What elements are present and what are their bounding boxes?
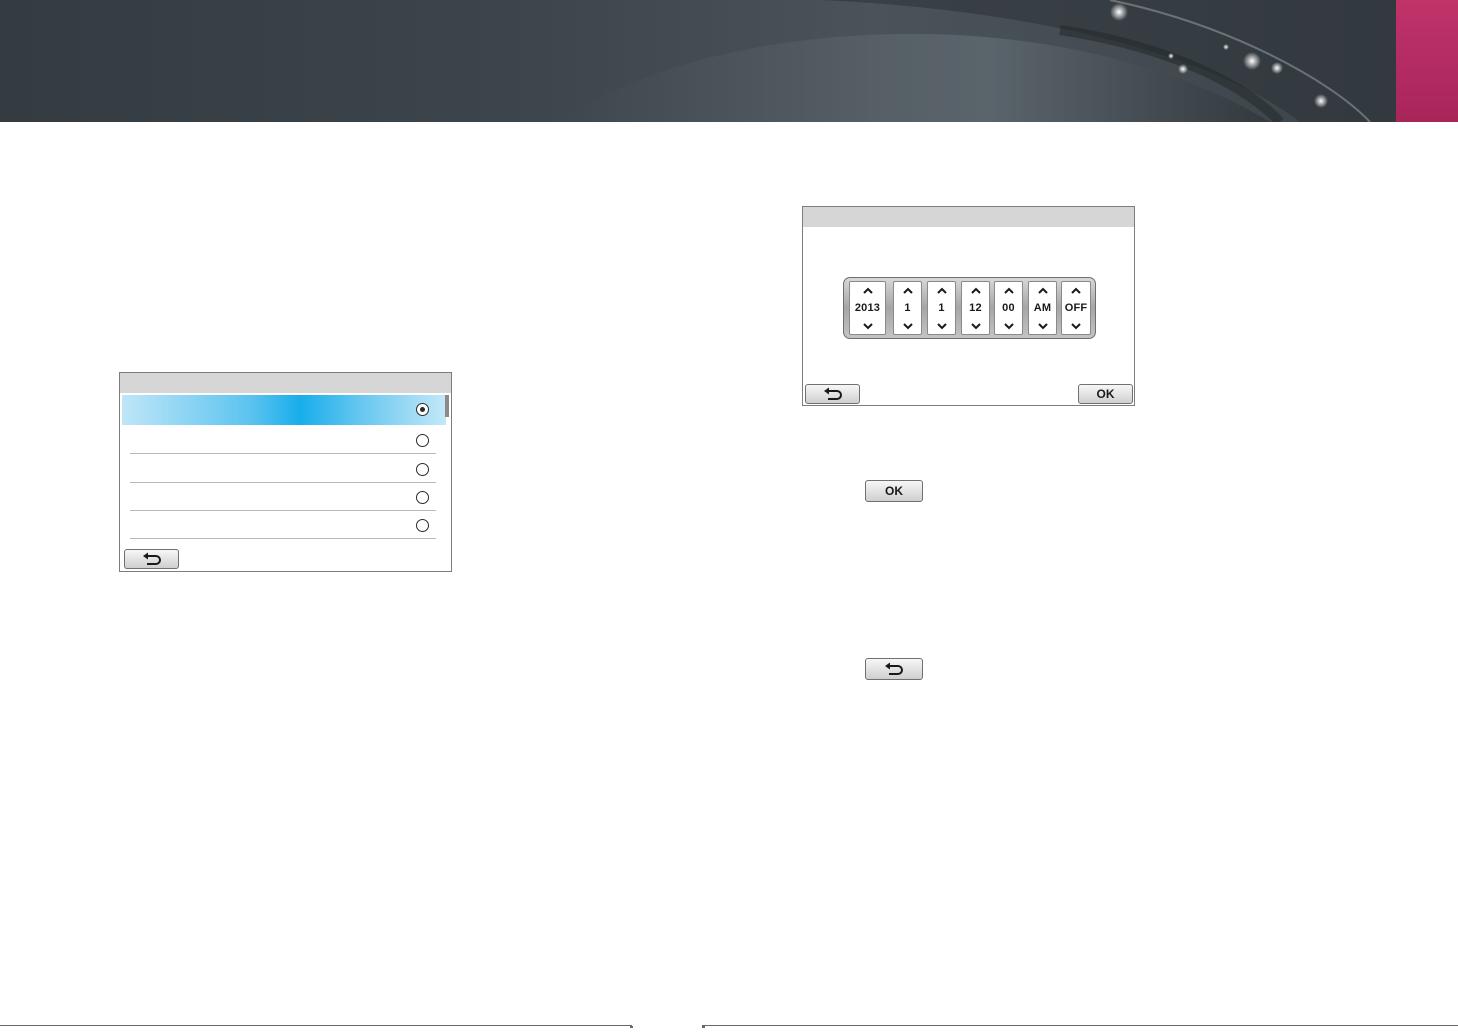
scrollbar[interactable]: [445, 395, 449, 417]
back-button[interactable]: [805, 384, 860, 404]
ok-button[interactable]: OK: [1078, 384, 1133, 404]
list-item[interactable]: [130, 426, 436, 454]
day-spinner[interactable]: 1: [927, 281, 956, 335]
back-button[interactable]: [124, 549, 179, 569]
hour-spinner[interactable]: 12: [961, 281, 990, 335]
dst-value: OFF: [1064, 302, 1088, 314]
radio-empty-icon: [416, 463, 429, 476]
year-value: 2013: [854, 302, 881, 314]
chevron-down-icon[interactable]: [962, 320, 989, 332]
list-item[interactable]: [130, 455, 436, 483]
radio-empty-icon: [416, 491, 429, 504]
chevron-up-icon[interactable]: [1062, 284, 1090, 296]
header-banner: [0, 0, 1458, 122]
chevron-down-icon[interactable]: [1029, 320, 1056, 332]
chevron-up-icon[interactable]: [995, 284, 1022, 296]
dst-spinner[interactable]: OFF: [1061, 281, 1091, 335]
return-arrow-icon: [885, 662, 903, 675]
chevron-up-icon[interactable]: [928, 284, 955, 296]
meridiem-value: AM: [1033, 302, 1052, 314]
footer-rule-left: [0, 1025, 632, 1026]
footer-tick: [630, 1026, 633, 1028]
footer-tick: [702, 1026, 705, 1028]
chevron-down-icon[interactable]: [928, 320, 955, 332]
return-arrow-icon: [823, 387, 842, 400]
day-value: 1: [938, 302, 945, 314]
inline-back-button[interactable]: [865, 658, 923, 680]
minute-spinner[interactable]: 00: [994, 281, 1023, 335]
list-item[interactable]: [130, 483, 436, 511]
inline-ok-label: OK: [885, 484, 903, 498]
radio-selected-icon: [416, 403, 429, 416]
hour-value: 12: [969, 302, 982, 314]
year-spinner[interactable]: 2013: [849, 281, 886, 335]
return-arrow-icon: [142, 552, 161, 565]
radio-empty-icon: [416, 519, 429, 532]
list-selection-screen: [119, 372, 452, 572]
chevron-up-icon[interactable]: [1029, 284, 1056, 296]
meridiem-spinner[interactable]: AM: [1028, 281, 1057, 335]
footer-rule-right: [702, 1025, 1458, 1026]
chevron-up-icon[interactable]: [894, 284, 921, 296]
chevron-up-icon[interactable]: [850, 284, 885, 296]
screen-title-bar: [120, 373, 451, 393]
month-value: 1: [904, 302, 911, 314]
date-time-screen: 2013 1 1 12 00 AM OFF OK: [802, 206, 1135, 406]
list-item[interactable]: [130, 511, 436, 539]
list-item[interactable]: [122, 395, 446, 425]
chevron-down-icon[interactable]: [995, 320, 1022, 332]
chevron-down-icon[interactable]: [850, 320, 885, 332]
chevron-up-icon[interactable]: [962, 284, 989, 296]
screen-title-bar: [803, 207, 1134, 227]
chevron-down-icon[interactable]: [894, 320, 921, 332]
radio-empty-icon: [416, 434, 429, 447]
month-spinner[interactable]: 1: [893, 281, 922, 335]
chapter-tab: [1396, 0, 1458, 122]
ok-button-label: OK: [1096, 387, 1115, 401]
minute-value: 00: [1002, 302, 1015, 314]
date-time-spinner: 2013 1 1 12 00 AM OFF: [843, 277, 1096, 339]
banner-decoration: [560, 0, 1396, 122]
inline-ok-button[interactable]: OK: [865, 480, 923, 502]
chevron-down-icon[interactable]: [1062, 320, 1090, 332]
